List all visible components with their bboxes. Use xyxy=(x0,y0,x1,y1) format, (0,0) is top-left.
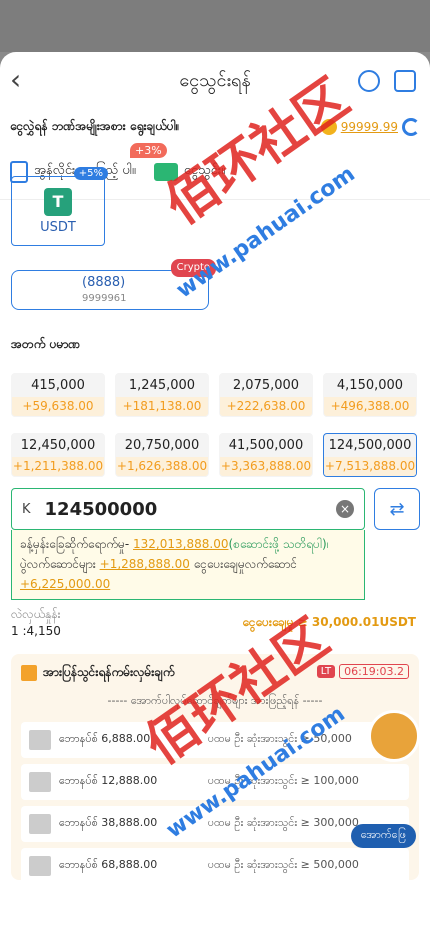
amount-value: 20,750,000 xyxy=(124,438,200,453)
amount-option[interactable]: 12,450,000 +1,211,388.00 xyxy=(11,433,105,477)
amount-value: 415,000 xyxy=(31,378,85,393)
estimate-value: 132,013,888.00 xyxy=(133,537,229,551)
payment-gift-value: +6,225,000.00 xyxy=(20,577,111,591)
amount-bonus: +7,513,888.00 xyxy=(324,457,416,476)
amount-value: 2,075,000 xyxy=(232,378,300,393)
amount-bonus: +222,638.00 xyxy=(220,397,312,416)
amount-bonus: +3,363,888.00 xyxy=(220,457,312,476)
estimate-note: (စဆောင်းဖို့ သတိရပါ)၊ xyxy=(228,537,329,551)
gift-box-icon xyxy=(29,772,51,792)
promo-condition: ပထမ ဦး ဆုံးအားသွင်း ≥ 500,000 xyxy=(207,858,359,871)
amount-option[interactable]: 41,500,000 +3,363,888.00 xyxy=(219,433,313,477)
usdt-bonus-badge: +5% xyxy=(73,167,108,180)
bank-select-label: ငွေလွှဲရန် ဘဏ်အမျိုးအစား ရွေးချယ်ပါ။ xyxy=(10,119,180,133)
promo-item[interactable]: ဘောနပ်စ် 68,888.00 ပထမ ဦး ဆုံးအားသွင်း ≥ … xyxy=(21,848,409,884)
crypto-sub: 9999961 xyxy=(82,293,127,304)
amount-section-label: အတက် ပမာဏ xyxy=(11,337,81,351)
usdt-option[interactable]: +5% T USDT xyxy=(11,167,108,246)
amount-grid: 415,000 +59,638.00 1,245,000 +181,138.00 2… xyxy=(11,373,419,477)
swap-icon: ⇄ xyxy=(389,498,405,520)
amount-option[interactable]: 4,150,000 +496,388.00 xyxy=(323,373,417,417)
amount-value: 4,150,000 xyxy=(336,378,404,393)
promo-bonus: ဘောနပ်စ် 68,888.00 xyxy=(59,858,158,871)
rate-label: လဲလှယ်နှုန်း xyxy=(11,607,61,621)
currency-symbol: K xyxy=(22,501,31,517)
estimate-label: ခန့်မှန်းခြေဆိုက်ရောက်မှု- xyxy=(20,537,130,551)
amount-input-field[interactable]: K 124500000 × xyxy=(11,488,365,530)
amount-bonus: +1,211,388.00 xyxy=(12,457,104,476)
support-icon[interactable] xyxy=(358,70,380,92)
amount-option[interactable]: 2,075,000 +222,638.00 xyxy=(219,373,313,417)
bonus-badge: +3% xyxy=(130,142,167,158)
amount-bonus: +59,638.00 xyxy=(12,397,104,416)
backdrop xyxy=(0,0,430,52)
usdt-label: USDT xyxy=(40,219,76,235)
payment-gift-label: ငွေပေးချေမှုလက်ဆောင် xyxy=(193,557,298,571)
amount-value: 1,245,000 xyxy=(128,378,196,393)
countdown: 06:19:03.2 xyxy=(339,664,409,679)
event-gift-value: +1,288,888.00 xyxy=(99,557,190,571)
page-title: ငွေသွင်းရန် xyxy=(179,69,251,91)
back-icon[interactable]: ‹ xyxy=(10,66,21,94)
amount-value: 124,500,000 xyxy=(328,438,412,453)
swap-button[interactable]: ⇄ xyxy=(374,488,420,530)
gift-box-icon xyxy=(29,730,51,750)
gift-box-icon xyxy=(29,814,51,834)
promo-bonus: ဘောနပ်စ် 12,888.00 xyxy=(59,774,158,787)
amount-input[interactable]: 124500000 xyxy=(45,499,322,520)
event-gift-label: ပွဲလက်ဆောင်များ xyxy=(20,557,96,571)
lion-mascot-icon[interactable] xyxy=(368,710,420,762)
tether-icon: T xyxy=(44,187,72,216)
promo-timer: LT 06:19:03.2 xyxy=(316,664,409,679)
promo-title-text: အားပြန်သွင်းရန်ကမ်းလှမ်းချက် xyxy=(43,665,175,679)
amount-bonus: +496,388.00 xyxy=(324,397,416,416)
header-actions xyxy=(358,70,416,92)
amount-value: 41,500,000 xyxy=(228,438,304,453)
amount-bonus: +1,626,388.00 xyxy=(116,457,208,476)
gift-icon xyxy=(21,665,37,681)
refresh-icon[interactable] xyxy=(402,118,420,136)
amount-option[interactable]: 1,245,000 +181,138.00 xyxy=(115,373,209,417)
amount-option-selected[interactable]: 124,500,000 +7,513,888.00 xyxy=(323,433,417,477)
clear-icon[interactable]: × xyxy=(336,500,354,518)
header: ‹ ငွေသွင်းရန် xyxy=(0,52,430,110)
history-icon[interactable] xyxy=(394,70,416,92)
amount-bonus: +181,138.00 xyxy=(116,397,208,416)
amount-option[interactable]: 415,000 +59,638.00 xyxy=(11,373,105,417)
rate-value: 1 :4,150 xyxy=(11,624,61,638)
float-button[interactable]: အောက်ဖြေ xyxy=(350,824,416,848)
promo-title: အားပြန်သွင်းရန်ကမ်းလှမ်းချက် xyxy=(21,664,175,682)
gift-box-icon xyxy=(29,856,51,876)
estimate-info: ခန့်မှန်းခြေဆိုက်ရောက်မှု- 132,013,888.0… xyxy=(11,530,365,600)
amount-option[interactable]: 20,750,000 +1,626,388.00 xyxy=(115,433,209,477)
amount-value: 12,450,000 xyxy=(20,438,96,453)
